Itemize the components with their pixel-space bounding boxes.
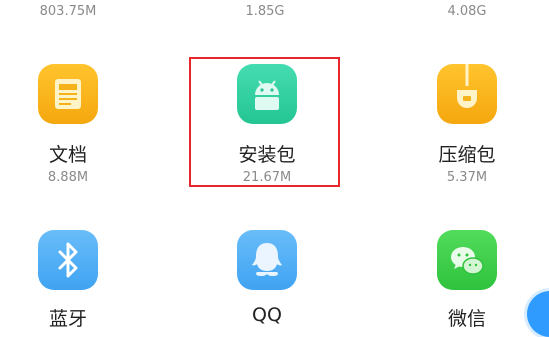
document-icon xyxy=(38,64,98,124)
category-size: 5.37M xyxy=(446,170,488,185)
bluetooth-icon xyxy=(38,230,98,290)
highlight-box xyxy=(189,57,340,187)
category-qq[interactable]: QQ xyxy=(187,230,347,330)
category-archives[interactable]: 压缩包 5.37M xyxy=(387,64,547,194)
category-label: 压缩包 xyxy=(438,144,496,166)
wechat-icon xyxy=(437,230,497,290)
category-label: 蓝牙 xyxy=(48,308,87,330)
category-documents[interactable]: 文档 8.88M xyxy=(0,64,148,194)
category-size: 4.08G xyxy=(447,4,487,19)
file-category-grid: 803.75M 1.85G 4.08G 文档 8.88M 安装包 21.67M … xyxy=(0,0,549,337)
qq-icon xyxy=(237,230,297,290)
category-label: 微信 xyxy=(447,308,486,330)
category-wechat[interactable]: 微信 xyxy=(387,230,547,330)
category-size: 803.75M xyxy=(39,4,97,19)
archive-icon xyxy=(437,64,497,124)
category-size: 8.88M xyxy=(47,170,89,185)
category-size: 1.85G xyxy=(245,4,285,19)
category-bluetooth[interactable]: 蓝牙 xyxy=(0,230,148,330)
category-label: 文档 xyxy=(48,144,87,166)
category-label: QQ xyxy=(252,304,282,326)
